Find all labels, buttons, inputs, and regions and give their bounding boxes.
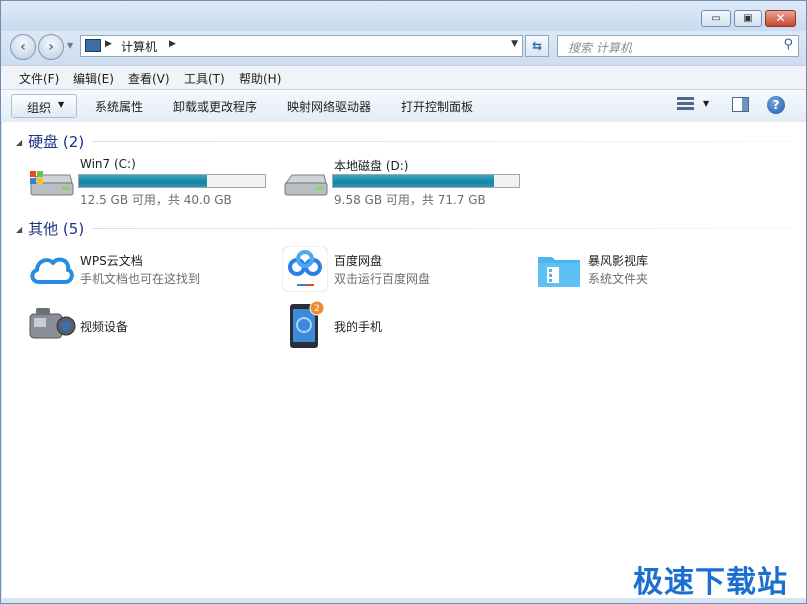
explorer-window: ▭ ▣ ✕ ‹ › ▼ ▶ 计算机 ▶ ▼ ⇆ 搜索 计算机 ⚲ 文件(F) 编… — [0, 0, 807, 604]
group-title: 其他 (5) — [28, 220, 85, 238]
baidu-netdisk-icon — [282, 246, 328, 292]
address-bar[interactable]: ▶ 计算机 ▶ ▼ — [80, 35, 523, 57]
drive-name: 本地磁盘 (D:) — [334, 159, 409, 173]
hard-drive-icon — [284, 174, 328, 196]
group-divider — [92, 141, 792, 142]
computer-icon — [85, 39, 101, 52]
item-title: WPS云文档 — [80, 254, 143, 268]
drive-usage-fill — [333, 175, 495, 187]
search-placeholder: 搜索 计算机 — [568, 41, 632, 55]
system-properties-button[interactable]: 系统属性 — [95, 98, 143, 115]
camcorder-icon — [29, 308, 76, 339]
forward-arrow-icon: › — [48, 39, 54, 55]
group-title: 硬盘 (2) — [28, 133, 85, 151]
close-button[interactable]: ✕ — [765, 10, 796, 27]
item-subtitle: 手机文档也可在这找到 — [80, 272, 201, 286]
list-item-baidu-netdisk[interactable]: 百度网盘 双击运行百度网盘 — [282, 246, 522, 292]
back-button[interactable]: ‹ — [10, 34, 36, 60]
phone-badge: 2 — [314, 304, 320, 314]
refresh-icon: ⇆ — [531, 39, 543, 53]
collapse-triangle-icon[interactable]: ◢ — [16, 138, 22, 147]
drive-usage-bar — [332, 174, 520, 188]
minimize-icon: ▭ — [711, 13, 721, 24]
refresh-button[interactable]: ⇆ — [525, 35, 549, 57]
cloud-icon — [30, 257, 74, 284]
menu-file[interactable]: 文件(F) — [19, 70, 59, 87]
drive-usage-bar — [78, 174, 266, 188]
change-view-icon[interactable] — [677, 97, 694, 111]
item-title: 视频设备 — [80, 320, 129, 334]
menu-view[interactable]: 查看(V) — [128, 70, 170, 87]
organize-button[interactable]: 组织 ▼ — [11, 94, 77, 118]
back-arrow-icon: ‹ — [20, 39, 26, 55]
group-divider — [92, 228, 792, 229]
item-subtitle: 系统文件夹 — [588, 272, 649, 286]
open-control-panel-button[interactable]: 打开控制面板 — [401, 98, 473, 115]
forward-button[interactable]: › — [38, 34, 64, 60]
phone-icon: 2 — [290, 300, 325, 348]
maximize-button[interactable]: ▣ — [734, 10, 762, 27]
item-title: 我的手机 — [334, 320, 383, 334]
drive-c[interactable]: Win7 (C:) 12.5 GB 可用，共 40.0 GB — [28, 157, 278, 207]
address-dropdown-icon[interactable]: ▼ — [511, 39, 518, 49]
drive-free-space: 9.58 GB 可用，共 71.7 GB — [334, 193, 486, 207]
list-item-wps-cloud[interactable]: WPS云文档 手机文档也可在这找到 — [28, 252, 268, 292]
title-bar: ▭ ▣ ✕ — [1, 1, 806, 31]
minimize-button[interactable]: ▭ — [701, 10, 731, 27]
list-item-baofeng-library[interactable]: 暴风影视库 系统文件夹 — [536, 252, 776, 292]
group-header-other[interactable]: ◢ 其他 (5) — [16, 218, 84, 239]
preview-pane-icon[interactable] — [732, 97, 749, 112]
view-options-dropdown-icon[interactable]: ▼ — [703, 99, 709, 108]
chevron-down-icon: ▼ — [58, 100, 65, 109]
breadcrumb-separator-icon[interactable]: ▶ — [169, 39, 176, 49]
group-header-hard-disks[interactable]: ◢ 硬盘 (2) — [16, 131, 84, 152]
maximize-icon: ▣ — [743, 13, 753, 24]
list-item-video-device[interactable]: 视频设备 — [28, 308, 268, 358]
search-input[interactable]: 搜索 计算机 ⚲ — [557, 35, 799, 57]
watermark-logo: 极速下载站 — [633, 565, 788, 600]
close-icon: ✕ — [775, 11, 786, 25]
uninstall-program-button[interactable]: 卸载或更改程序 — [173, 98, 257, 115]
menu-help[interactable]: 帮助(H) — [239, 70, 281, 87]
breadcrumb-computer[interactable]: 计算机 — [121, 38, 157, 55]
collapse-triangle-icon[interactable]: ◢ — [16, 225, 22, 234]
hard-drive-windows-icon — [30, 171, 74, 196]
item-title: 百度网盘 — [334, 254, 383, 268]
drive-usage-fill — [79, 175, 207, 187]
help-icon[interactable]: ? — [767, 96, 785, 114]
drive-free-space: 12.5 GB 可用，共 40.0 GB — [80, 193, 232, 207]
recent-pages-dropdown[interactable]: ▼ — [67, 41, 73, 50]
drive-d[interactable]: 本地磁盘 (D:) 9.58 GB 可用，共 71.7 GB — [282, 157, 532, 207]
content-pane: ◢ 硬盘 (2) Win7 (C:) 12.5 GB 可用，共 40.0 GB 本… — [2, 122, 806, 598]
menu-edit[interactable]: 编辑(E) — [73, 70, 114, 87]
breadcrumb-separator-icon[interactable]: ▶ — [105, 39, 112, 49]
menu-bar: 文件(F) 编辑(E) 查看(V) 工具(T) 帮助(H) — [1, 65, 806, 90]
map-network-drive-button[interactable]: 映射网络驱动器 — [287, 98, 371, 115]
command-bar: 组织 ▼ 系统属性 卸载或更改程序 映射网络驱动器 打开控制面板 ▼ ? — [1, 89, 806, 123]
video-folder-icon — [538, 257, 580, 287]
item-subtitle: 双击运行百度网盘 — [334, 272, 431, 286]
search-icon[interactable]: ⚲ — [783, 37, 793, 52]
organize-label: 组织 — [27, 101, 52, 115]
list-item-my-phone[interactable]: 2 我的手机 — [282, 300, 522, 358]
item-title: 暴风影视库 — [588, 254, 649, 268]
menu-tools[interactable]: 工具(T) — [184, 70, 225, 87]
drive-name: Win7 (C:) — [80, 157, 136, 171]
